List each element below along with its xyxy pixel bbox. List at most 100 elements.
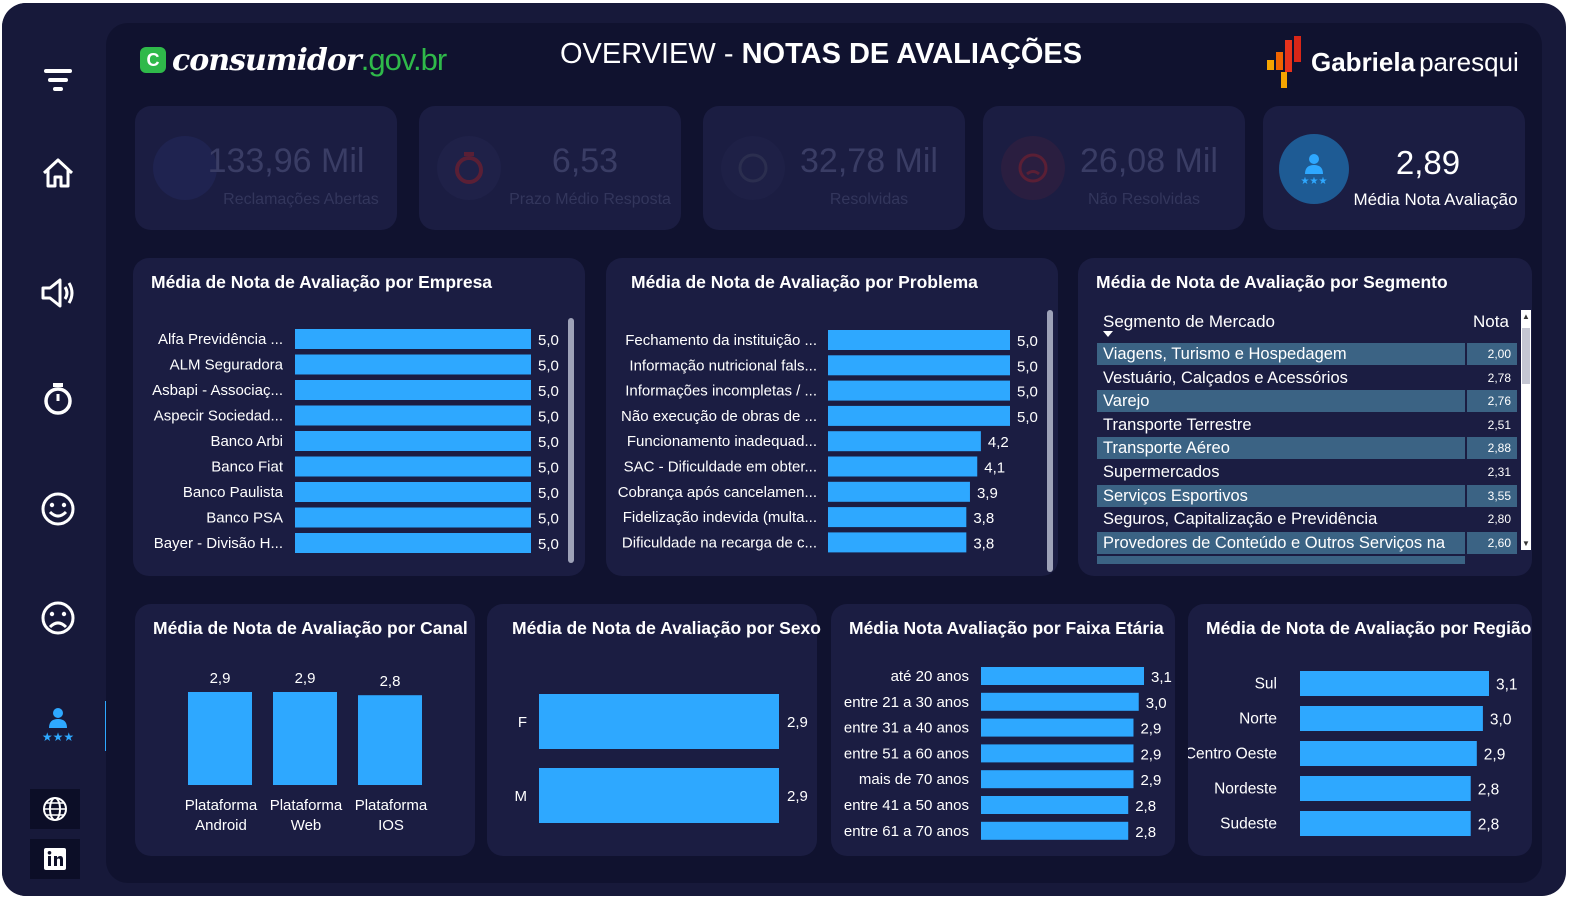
bar[interactable] bbox=[828, 481, 970, 502]
bar[interactable] bbox=[358, 695, 422, 785]
category-label: F bbox=[518, 714, 527, 731]
table-row[interactable]: Serviços Esportivos 3,55 bbox=[1097, 484, 1517, 507]
bar[interactable] bbox=[1300, 671, 1489, 696]
nota-cell: 2,51 bbox=[1487, 417, 1511, 432]
category-label: entre 21 a 30 anos bbox=[844, 694, 969, 711]
bar[interactable] bbox=[295, 329, 531, 349]
globe-icon[interactable] bbox=[30, 789, 80, 829]
bar[interactable] bbox=[828, 380, 1010, 401]
data-label: 5,0 bbox=[538, 485, 559, 502]
category-label: Funcionamento inadequad... bbox=[627, 433, 817, 450]
problema-chart: Fechamento da instituição ... 5,0 Informaç… bbox=[618, 330, 1038, 553]
bar[interactable] bbox=[981, 821, 1129, 840]
bar[interactable] bbox=[295, 405, 531, 426]
kpi-card-prazo[interactable]: 6,53 Prazo Médio Resposta bbox=[419, 106, 681, 230]
category-label: Nordeste bbox=[1214, 781, 1277, 798]
bar[interactable] bbox=[828, 355, 1010, 376]
home-icon[interactable] bbox=[30, 145, 86, 201]
bar[interactable] bbox=[295, 456, 531, 477]
bar[interactable] bbox=[981, 770, 1134, 789]
bar[interactable] bbox=[295, 380, 531, 400]
svg-text:★★★: ★★★ bbox=[1301, 176, 1328, 187]
kpi-label: Média Nota Avaliação bbox=[1353, 190, 1518, 209]
data-label: 2,8 bbox=[1478, 817, 1500, 834]
bar[interactable] bbox=[188, 692, 252, 785]
bar[interactable] bbox=[1300, 776, 1471, 801]
kpi-card-nao-resolvidas[interactable]: 26,08 Mil Não Resolvidas bbox=[983, 106, 1245, 230]
bar[interactable] bbox=[1300, 811, 1471, 836]
kpi-label: Resolvidas bbox=[829, 191, 909, 208]
category-label: Dificuldade na recarga de c... bbox=[622, 534, 817, 551]
data-label: 3,1 bbox=[1151, 669, 1172, 686]
segment-cell: Supermercados bbox=[1103, 463, 1220, 481]
logo-word-gabriela: Gabriela bbox=[1311, 46, 1416, 77]
table-row[interactable]: Vestuário, Calçados e Acessórios 2,78 bbox=[1097, 367, 1517, 389]
table-row[interactable]: Transporte Terrestre 2,51 bbox=[1097, 414, 1517, 436]
bar[interactable] bbox=[539, 694, 779, 749]
bar[interactable] bbox=[828, 507, 967, 528]
bar[interactable] bbox=[828, 330, 1010, 350]
user-stars-icon[interactable]: ★★★ bbox=[30, 696, 86, 752]
stopwatch-icon[interactable] bbox=[30, 371, 86, 427]
consumidor-logo: C consumidor .gov.br bbox=[140, 40, 447, 80]
bar[interactable] bbox=[295, 482, 531, 502]
nota-cell: 2,76 bbox=[1467, 390, 1517, 413]
table-row[interactable]: Varejo 2,76 bbox=[1097, 390, 1517, 413]
segment-row-overflow bbox=[1097, 556, 1517, 564]
scrollbar-thumb[interactable] bbox=[1522, 328, 1530, 384]
nota-cell: 2,78 bbox=[1487, 370, 1511, 385]
bar[interactable] bbox=[828, 431, 981, 452]
data-label: 5,0 bbox=[538, 460, 559, 477]
bar[interactable] bbox=[981, 692, 1139, 711]
data-label: 2,9 bbox=[295, 670, 316, 687]
bar[interactable] bbox=[828, 405, 1010, 426]
sort-desc-icon[interactable] bbox=[1103, 331, 1113, 337]
megaphone-icon[interactable] bbox=[30, 265, 86, 321]
bar[interactable] bbox=[981, 718, 1134, 737]
bar[interactable] bbox=[539, 768, 779, 823]
sidebar: ★★★ bbox=[2, 3, 106, 896]
segment-cell: Serviços Esportivos bbox=[1097, 484, 1465, 507]
scroll-down-icon[interactable]: ▼ bbox=[1521, 539, 1531, 548]
nota-cell: 2,88 bbox=[1467, 437, 1517, 460]
category-label: Centro Oeste bbox=[1188, 746, 1277, 763]
kpi-value: 2,89 bbox=[1395, 144, 1461, 181]
bar[interactable] bbox=[981, 796, 1129, 814]
bar[interactable] bbox=[295, 431, 531, 451]
bar[interactable] bbox=[981, 667, 1144, 685]
category-label: Aspecir Sociedad... bbox=[154, 408, 283, 425]
kpi-card-resolvidas[interactable]: 32,78 Mil Resolvidas bbox=[703, 106, 965, 230]
frown-icon[interactable] bbox=[30, 590, 86, 646]
bar[interactable] bbox=[295, 533, 531, 553]
smile-icon[interactable] bbox=[30, 481, 86, 537]
bar[interactable] bbox=[981, 744, 1134, 763]
bar[interactable] bbox=[295, 354, 531, 375]
table-row[interactable]: Supermercados 2,31 bbox=[1097, 461, 1517, 483]
bar[interactable] bbox=[273, 692, 337, 785]
kpi-card-reclamacoes[interactable]: 133,96 Mil Reclamações Abertas bbox=[135, 106, 397, 230]
table-row[interactable]: Transporte Aéreo 2,88 bbox=[1097, 437, 1517, 460]
column-header-nota[interactable]: Nota bbox=[1473, 312, 1509, 332]
data-label: 2,8 bbox=[1135, 824, 1156, 841]
nota-cell: 2,00 bbox=[1467, 343, 1517, 365]
bar[interactable] bbox=[828, 456, 978, 477]
bar[interactable] bbox=[295, 507, 531, 528]
table-row[interactable]: Viagens, Turismo e Hospedagem 2,00 bbox=[1097, 343, 1517, 365]
column-header-segmento[interactable]: Segmento de Mercado bbox=[1103, 312, 1275, 332]
table-row[interactable]: Provedores de Conteúdo e Outros Serviços… bbox=[1097, 531, 1517, 554]
category-label: Não execução de obras de ... bbox=[621, 408, 817, 425]
table-row[interactable]: Seguros, Capitalização e Previdência 2,80 bbox=[1097, 508, 1517, 530]
category-label: entre 51 a 60 anos bbox=[844, 745, 969, 762]
nota-cell: 2,60 bbox=[1467, 531, 1517, 554]
bar[interactable] bbox=[1300, 706, 1483, 731]
bar[interactable] bbox=[1300, 741, 1477, 766]
kpi-card-media-nota[interactable]: ★★★ 2,89 Média Nota Avaliação bbox=[1263, 106, 1525, 230]
bar[interactable] bbox=[828, 532, 967, 553]
data-label: 5,0 bbox=[538, 358, 559, 375]
filter-icon[interactable] bbox=[30, 53, 86, 109]
category-label: Banco Fiat bbox=[211, 459, 284, 476]
linkedin-icon[interactable] bbox=[30, 839, 80, 879]
scroll-up-icon[interactable]: ▲ bbox=[1521, 312, 1531, 321]
segment-cell: Transporte Aéreo bbox=[1097, 437, 1465, 460]
segment-scrollbar[interactable]: ▲ ▼ bbox=[1521, 310, 1531, 550]
